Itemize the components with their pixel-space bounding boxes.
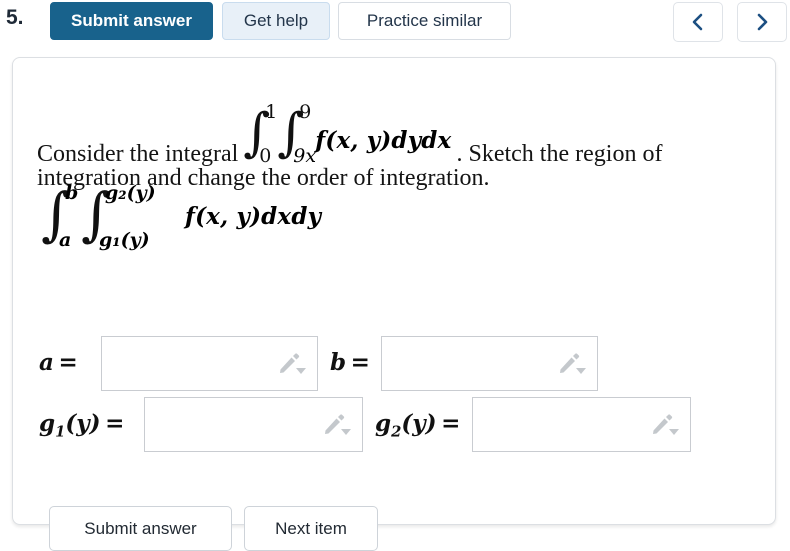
question-number: 5. [6,6,24,29]
statement-text-after: . Sketch the region of [456,141,663,167]
input-g2[interactable] [472,397,691,452]
input-b[interactable] [381,336,598,391]
next-question-button[interactable] [737,2,787,42]
pencil-dropdown-icon[interactable] [557,352,587,376]
input-g1[interactable] [144,397,363,452]
outer-lower-limit-1: 0 [259,145,272,167]
top-toolbar: 5. Submit answer Get help Practice simil… [0,0,790,48]
submit-answer-button-top[interactable]: Submit answer [50,2,213,40]
get-help-button[interactable]: Get help [222,2,330,40]
inner-upper-limit-1: 9 [299,101,312,123]
label-a: a = [39,349,78,376]
chevron-right-icon [738,13,786,31]
problem-card: Consider the integral ∫ 1 0 ∫ 9 9x f(x, … [12,57,776,551]
inner-lower-limit-2: g₁(y) [99,229,150,251]
submit-answer-button-bottom[interactable]: Submit answer [49,506,232,551]
statement-text-before: Consider the integral [37,141,239,167]
outer-integral-2: ∫ b a [41,182,81,251]
outer-integral-1: ∫ 1 0 [243,101,277,167]
integral-expression-original: ∫ 1 0 ∫ 9 9x f(x, y)dydx [243,101,452,167]
integrand-1: f(x, y)dydx [315,126,452,154]
problem-statement: Consider the integral ∫ 1 0 ∫ 9 9x f(x, … [37,101,757,192]
statement-line-1: Consider the integral ∫ 1 0 ∫ 9 9x f(x, … [37,101,757,167]
input-a[interactable] [101,336,318,391]
inner-integral-1: ∫ 9 9x [277,101,316,167]
outer-lower-limit-2: a [59,229,72,251]
label-g1: g1(y) = [39,410,125,441]
integrand-2: f(x, y)dxdy [185,203,322,230]
label-b: b = [330,349,370,376]
label-g2: g2(y) = [375,410,461,441]
inner-lower-limit-1: 9x [293,145,317,167]
inner-upper-limit-2: g₂(y) [105,182,156,204]
pencil-dropdown-icon[interactable] [650,413,680,437]
previous-question-button[interactable] [673,2,723,42]
chevron-left-icon [674,13,722,31]
practice-similar-button[interactable]: Practice similar [338,2,511,40]
next-item-button[interactable]: Next item [244,506,378,551]
inner-integral-2: ∫ g₂(y) g₁(y) [81,182,171,251]
outer-upper-limit-1: 1 [265,101,278,123]
pencil-dropdown-icon[interactable] [277,352,307,376]
pencil-dropdown-icon[interactable] [322,413,352,437]
integral-expression-target: ∫ b a ∫ g₂(y) g₁(y) f(x, y)dxdy [41,182,322,251]
outer-upper-limit-2: b [65,182,79,204]
